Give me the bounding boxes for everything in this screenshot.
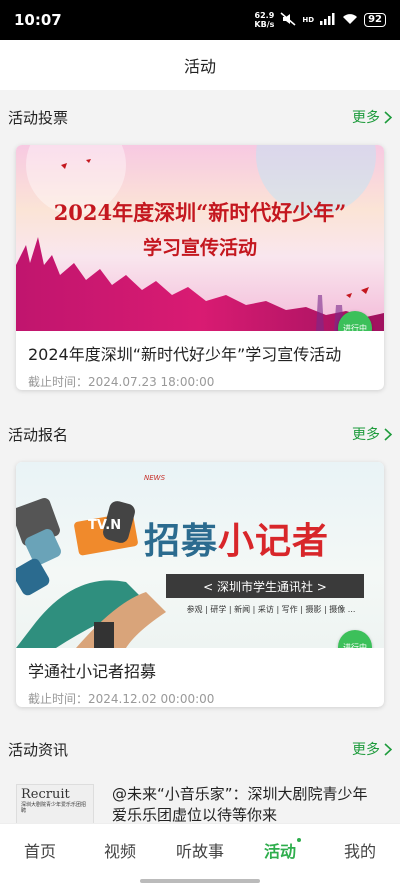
tab-mine-label: 我的 — [343, 841, 376, 861]
tab-video-label: 视频 — [103, 841, 136, 861]
chevron-right-icon — [384, 427, 392, 441]
section-news-header: 活动资讯 更多 — [0, 731, 400, 767]
signup-banner-news: NEWS — [144, 474, 166, 482]
wifi-icon — [342, 13, 358, 28]
vote-card-title: 2024年度深圳“新时代好少年”学习宣传活动 — [28, 345, 342, 364]
signup-activity-card[interactable]: TV.N NEWS 招募小记者 < 深圳市学生通讯社 > 参观 | 研学 | 新… — [16, 462, 384, 707]
status-icons: 62.9 KB/s HD 92 — [254, 11, 386, 29]
tab-stories-label: 听故事 — [175, 841, 224, 861]
tab-stories[interactable]: 听故事 — [160, 824, 240, 875]
signup-banner-headline-b: 小记者 — [218, 521, 330, 562]
signup-more-link[interactable]: 更多 — [352, 424, 392, 444]
vote-more-label: 更多 — [352, 110, 380, 126]
signup-banner-org: < 深圳市学生通讯社 > — [166, 574, 364, 598]
section-news-title: 活动资讯 — [8, 740, 69, 759]
news-headline: @未来“小音乐家”：深圳大剧院青少年爱乐乐团虚位以待等你来 — [112, 785, 368, 823]
signup-banner-tags: 参观 | 研学 | 新闻 | 采访 | 写作 | 摄影 | 摄像 ... — [186, 605, 356, 614]
news-thumb-title: Recruit — [21, 787, 70, 802]
news-more-link[interactable]: 更多 — [352, 739, 392, 759]
section-vote-title: 活动投票 — [8, 108, 69, 127]
tab-home-label: 首页 — [23, 841, 56, 861]
chevron-right-icon — [384, 110, 392, 124]
active-dot-icon — [297, 838, 301, 842]
vote-more-link[interactable]: 更多 — [352, 107, 392, 127]
signup-more-label: 更多 — [352, 427, 380, 443]
signal-icon — [320, 12, 336, 28]
tab-activity-label: 活动 — [263, 841, 296, 861]
page-header: 活动 — [0, 40, 400, 90]
home-bar — [0, 875, 400, 888]
vote-activity-card[interactable]: 2024年度深圳“新时代好少年” 学习宣传活动 进行中 2024年度深圳“新时代… — [16, 145, 384, 390]
section-signup-header: 活动报名 更多 — [0, 416, 400, 452]
bottom-tab-bar: 首页 视频 听故事 活动 我的 — [0, 823, 400, 875]
news-list-item[interactable]: Recruit 深圳大剧院青少年爱乐乐团招聘 @未来“小音乐家”：深圳大剧院青少… — [0, 784, 400, 823]
net-speed-value: 62.9 — [254, 11, 275, 20]
section-vote-header: 活动投票 更多 — [0, 99, 400, 135]
vote-banner-title-line1: 2024年度深圳“新时代好少年” — [53, 200, 347, 225]
signup-banner-headline-a: 招募 — [144, 521, 219, 562]
tab-video[interactable]: 视频 — [80, 824, 160, 875]
battery-icon: 92 — [364, 13, 386, 27]
signup-card-title: 学通社小记者招募 — [28, 662, 157, 681]
net-speed-unit: KB/s — [254, 20, 275, 29]
news-more-label: 更多 — [352, 742, 380, 758]
vote-banner-image: 2024年度深圳“新时代好少年” 学习宣传活动 进行中 — [16, 145, 384, 331]
tab-activity[interactable]: 活动 — [240, 824, 320, 875]
hd-label: HD — [302, 16, 315, 24]
signup-banner-image: TV.N NEWS 招募小记者 < 深圳市学生通讯社 > 参观 | 研学 | 新… — [16, 462, 384, 648]
mute-icon — [280, 11, 296, 29]
tab-home[interactable]: 首页 — [0, 824, 80, 875]
news-thumb-text: 深圳大剧院青少年爱乐乐团招聘 — [21, 802, 87, 814]
status-time: 10:07 — [14, 11, 62, 29]
home-indicator[interactable] — [140, 879, 260, 883]
chevron-right-icon — [384, 742, 392, 756]
vote-banner-title-line2: 学习宣传活动 — [142, 237, 257, 259]
vote-card-deadline: 截止时间：2024.07.23 18:00:00 — [28, 375, 215, 389]
net-speed: 62.9 KB/s — [254, 11, 274, 29]
news-thumbnail: Recruit 深圳大剧院青少年爱乐乐团招聘 — [16, 784, 94, 823]
signup-card-deadline: 截止时间：2024.12.02 00:00:00 — [28, 692, 215, 706]
status-bar: 10:07 62.9 KB/s HD 92 — [0, 0, 400, 40]
page-title: 活动 — [183, 57, 216, 76]
section-signup-title: 活动报名 — [8, 425, 69, 444]
tab-mine[interactable]: 我的 — [320, 824, 400, 875]
activity-content[interactable]: 活动投票 更多 2024年度深圳“新时代好少年” 学习宣传活动 进行中 2024… — [0, 90, 400, 823]
signup-banner-headline: 招募小记者 — [144, 512, 329, 564]
tv-logo: TV.N — [88, 518, 122, 533]
